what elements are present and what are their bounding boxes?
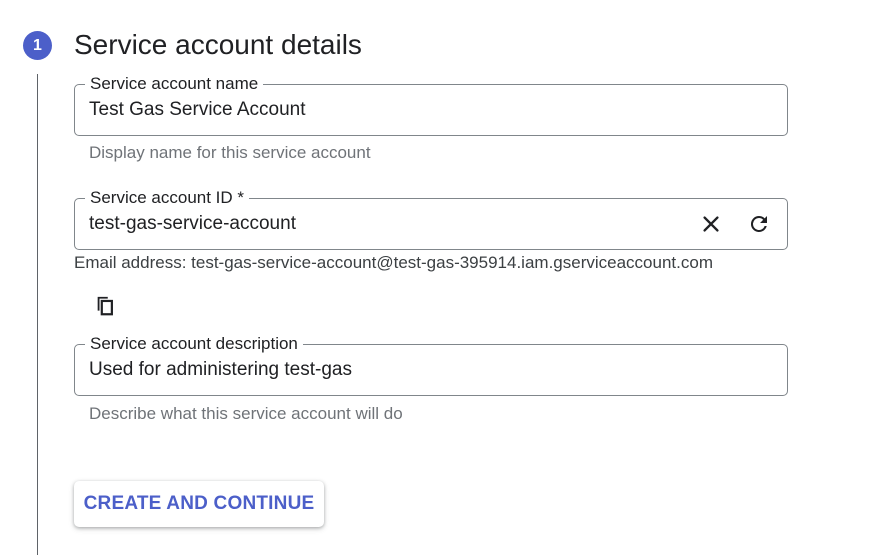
service-account-description-hint: Describe what this service account will … — [89, 404, 403, 423]
service-account-id-label: Service account ID * — [85, 188, 250, 208]
service-account-id-field[interactable]: Service account ID * test-gas-service-ac… — [74, 188, 788, 250]
service-account-name-label: Service account name — [85, 74, 264, 94]
close-icon[interactable] — [696, 209, 726, 239]
service-account-name-input[interactable]: Test Gas Service Account — [89, 98, 306, 122]
service-account-name-hint: Display name for this service account — [89, 143, 371, 162]
step-title: Service account details — [74, 29, 362, 60]
create-and-continue-button[interactable]: CREATE AND CONTINUE — [74, 481, 324, 527]
service-account-description-field[interactable]: Service account description Used for adm… — [74, 334, 788, 396]
service-account-details-step: 1 Service account details Service accoun… — [0, 0, 879, 555]
service-account-name-field[interactable]: Service account name Test Gas Service Ac… — [74, 74, 788, 136]
step-number-badge: 1 — [23, 31, 52, 60]
service-account-email: Email address: test-gas-service-account@… — [74, 253, 713, 272]
step-connector-line — [37, 74, 38, 555]
refresh-icon[interactable] — [744, 209, 774, 239]
service-account-description-input[interactable]: Used for administering test-gas — [89, 358, 352, 382]
copy-icon[interactable] — [90, 291, 120, 321]
service-account-id-input[interactable]: test-gas-service-account — [89, 212, 296, 236]
service-account-description-label: Service account description — [85, 334, 303, 354]
